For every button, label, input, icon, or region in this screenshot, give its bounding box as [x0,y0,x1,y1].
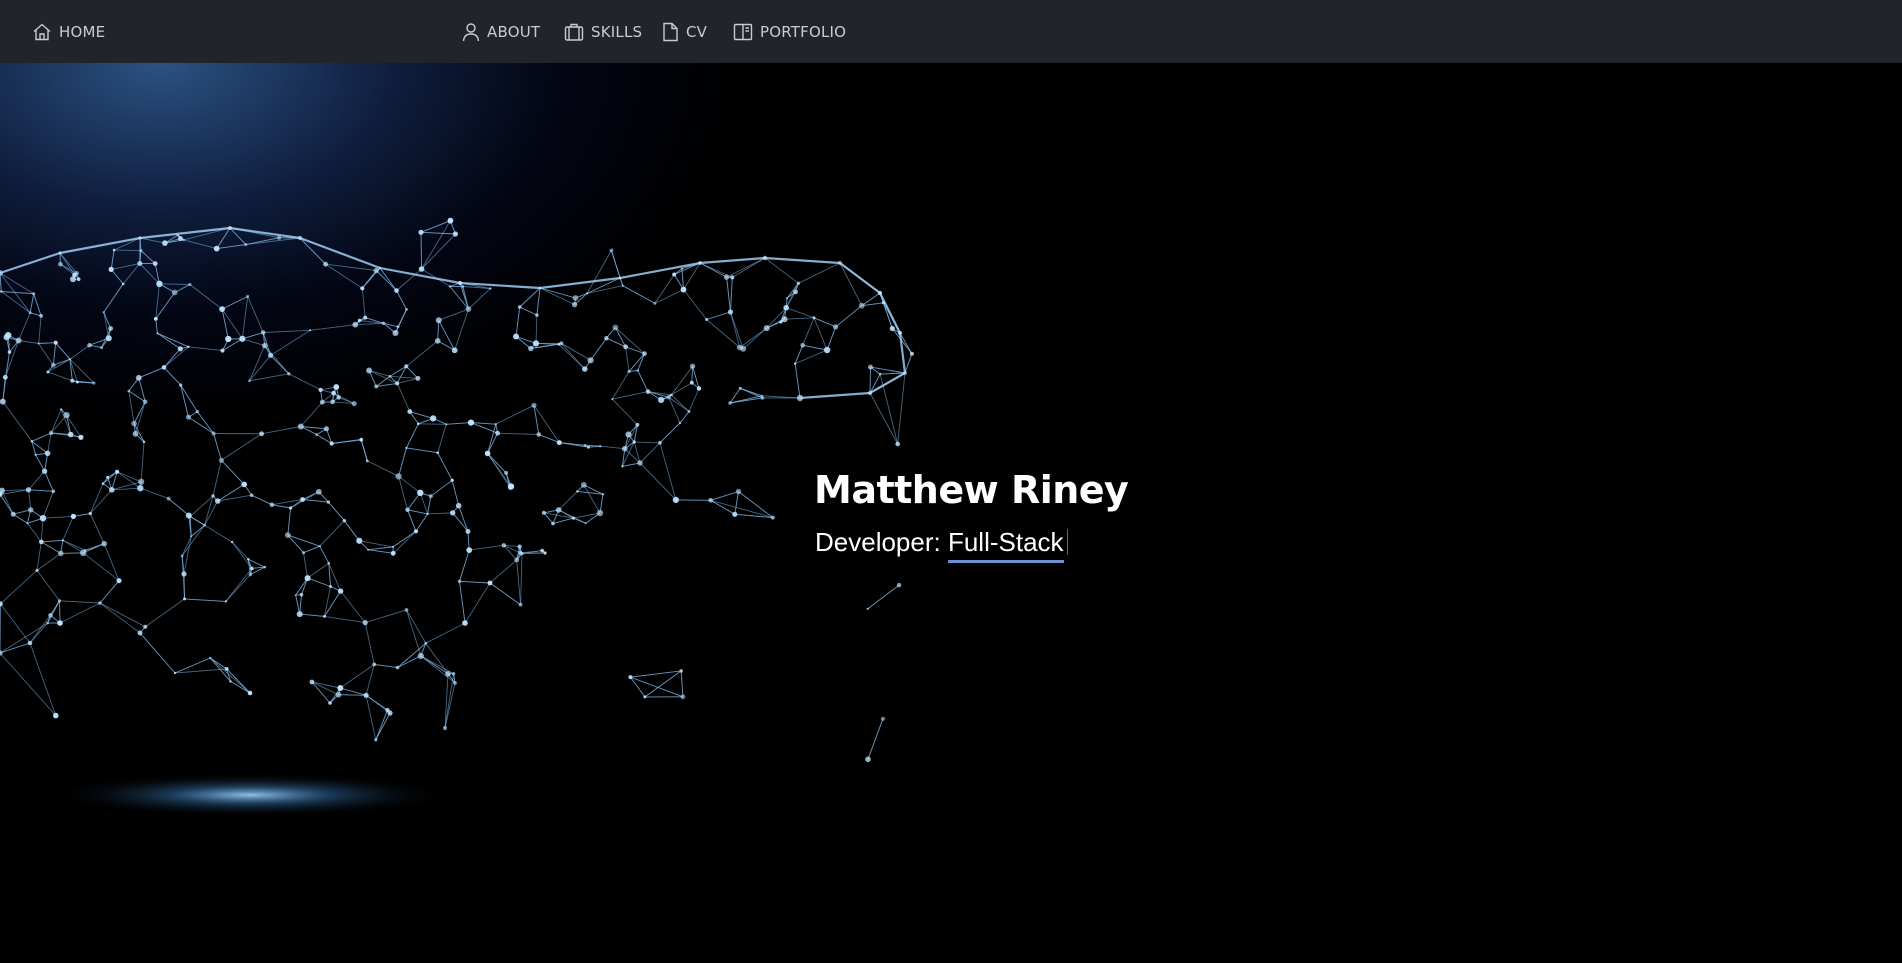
nav-cv-label: CV [686,22,708,41]
nav-about-link[interactable]: ABOUT [462,0,540,63]
nav-skills-link[interactable]: SKILLS [564,0,642,63]
nav-about-label: ABOUT [487,22,541,41]
hero-section: Matthew Riney Developer: Full-Stack [0,63,1902,963]
top-navbar: HOME ABOUT SKILLS CV PORTFOLIO [0,0,1902,63]
person-icon [462,22,480,42]
hero-role-typed: Full-Stack [947,527,1064,563]
hero-name: Matthew Riney [814,468,1129,512]
typing-cursor [1066,529,1068,555]
nav-skills-label: SKILLS [591,22,643,41]
book-icon [733,22,753,42]
nav-portfolio-label: PORTFOLIO [760,22,847,41]
nav-home-label: HOME [59,22,106,41]
cheetah-network-icon [0,217,914,817]
document-icon [661,22,679,42]
hero-role-prefix: Developer: [815,527,941,557]
nav-home-link[interactable]: HOME [32,0,105,63]
nav-cv-link[interactable]: CV [661,0,707,63]
nav-portfolio-link[interactable]: PORTFOLIO [733,0,846,63]
briefcase-icon [564,22,584,42]
home-icon [32,22,52,42]
hero-role: Developer: Full-Stack [815,527,1068,563]
